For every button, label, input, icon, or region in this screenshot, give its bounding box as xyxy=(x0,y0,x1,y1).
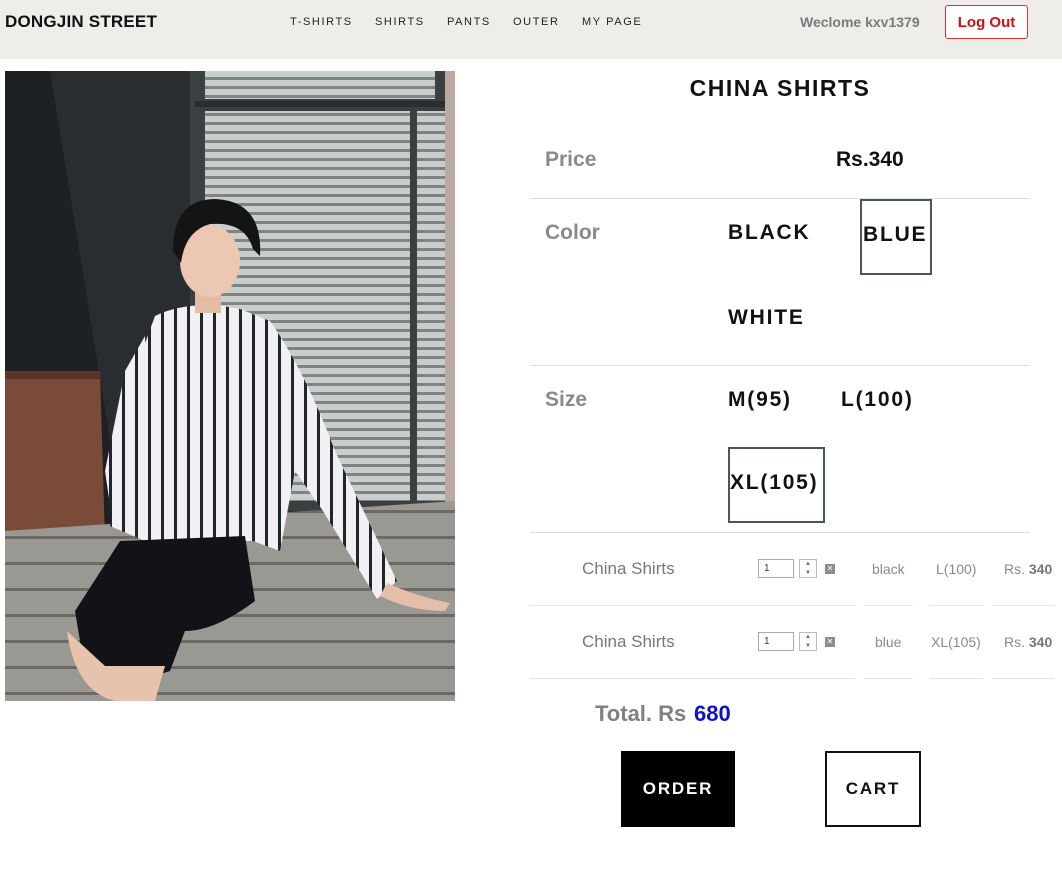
divider xyxy=(864,678,913,679)
price-amount: 340 xyxy=(1028,634,1053,650)
stepper-down-icon[interactable]: ▼ xyxy=(800,569,816,577)
quantity-input[interactable]: 1 xyxy=(758,632,794,651)
nav-my-page[interactable]: MY PAGE xyxy=(582,16,642,28)
color-option-white[interactable]: WHITE xyxy=(728,306,805,330)
size-option-xl-label: XL(105) xyxy=(730,471,819,494)
product-title: CHINA SHIRTS xyxy=(689,75,871,101)
price-prefix: Rs. xyxy=(1004,634,1025,650)
divider xyxy=(864,605,913,606)
divider xyxy=(992,605,1054,606)
price-label: Price xyxy=(545,148,597,171)
color-label: Color xyxy=(545,221,600,244)
remove-item-icon[interactable]: ✕ xyxy=(825,637,835,647)
nav-tshirts[interactable]: T-SHIRTS xyxy=(290,16,353,28)
order-button[interactable]: ORDER xyxy=(621,751,735,827)
cart-item-price: Rs. 340 xyxy=(1004,561,1052,577)
color-option-black[interactable]: BLACK xyxy=(728,221,811,245)
size-option-xl[interactable]: XL(105) xyxy=(728,447,825,523)
quantity-input[interactable]: 1 xyxy=(758,559,794,578)
cart-button[interactable]: CART xyxy=(825,751,921,827)
cart-item-color: black xyxy=(872,561,905,577)
divider xyxy=(930,605,983,606)
nav-outer[interactable]: OUTER xyxy=(513,16,560,28)
cart-item-name: China Shirts xyxy=(582,632,675,651)
divider xyxy=(530,678,855,679)
divider xyxy=(530,532,1030,533)
stepper-up-icon[interactable]: ▲ xyxy=(800,560,816,568)
price-amount: 340 xyxy=(1028,561,1053,577)
stepper-up-icon[interactable]: ▲ xyxy=(800,633,816,641)
quantity-stepper[interactable]: ▲ ▼ xyxy=(799,632,817,651)
remove-item-icon[interactable]: ✕ xyxy=(825,564,835,574)
divider xyxy=(530,605,855,606)
cart-item-price: Rs. 340 xyxy=(1004,634,1052,650)
divider xyxy=(930,678,983,679)
product-photo xyxy=(5,71,455,701)
cart-item-size: XL(105) xyxy=(931,634,981,650)
nav-shirts[interactable]: SHIRTS xyxy=(375,16,425,28)
total-label: Total. Rs xyxy=(595,701,687,726)
color-option-blue-label: BLUE xyxy=(863,223,928,246)
nav-pants[interactable]: PANTS xyxy=(447,16,491,28)
top-navigation-bar: DONGJIN STREET T-SHIRTS SHIRTS PANTS OUT… xyxy=(0,0,1062,59)
divider xyxy=(530,198,1030,199)
cart-item-size: L(100) xyxy=(936,561,977,577)
color-option-blue[interactable]: BLUE xyxy=(860,199,932,275)
divider xyxy=(530,365,1030,366)
size-label: Size xyxy=(545,388,588,411)
price-prefix: Rs. xyxy=(1004,561,1025,577)
price-value: Rs.340 xyxy=(836,148,904,171)
quantity-stepper[interactable]: ▲ ▼ xyxy=(799,559,817,578)
total-value: 680 xyxy=(694,701,731,726)
brand-logo[interactable]: DONGJIN STREET xyxy=(5,12,157,32)
cart-item-color: blue xyxy=(875,634,902,650)
stepper-down-icon[interactable]: ▼ xyxy=(800,642,816,650)
logout-button[interactable]: Log Out xyxy=(945,5,1028,39)
size-option-m[interactable]: M(95) xyxy=(728,388,792,412)
divider xyxy=(992,678,1054,679)
size-option-l[interactable]: L(100) xyxy=(841,388,914,412)
welcome-message: Weclome kxv1379 xyxy=(800,14,920,30)
cart-item-name: China Shirts xyxy=(582,559,675,578)
